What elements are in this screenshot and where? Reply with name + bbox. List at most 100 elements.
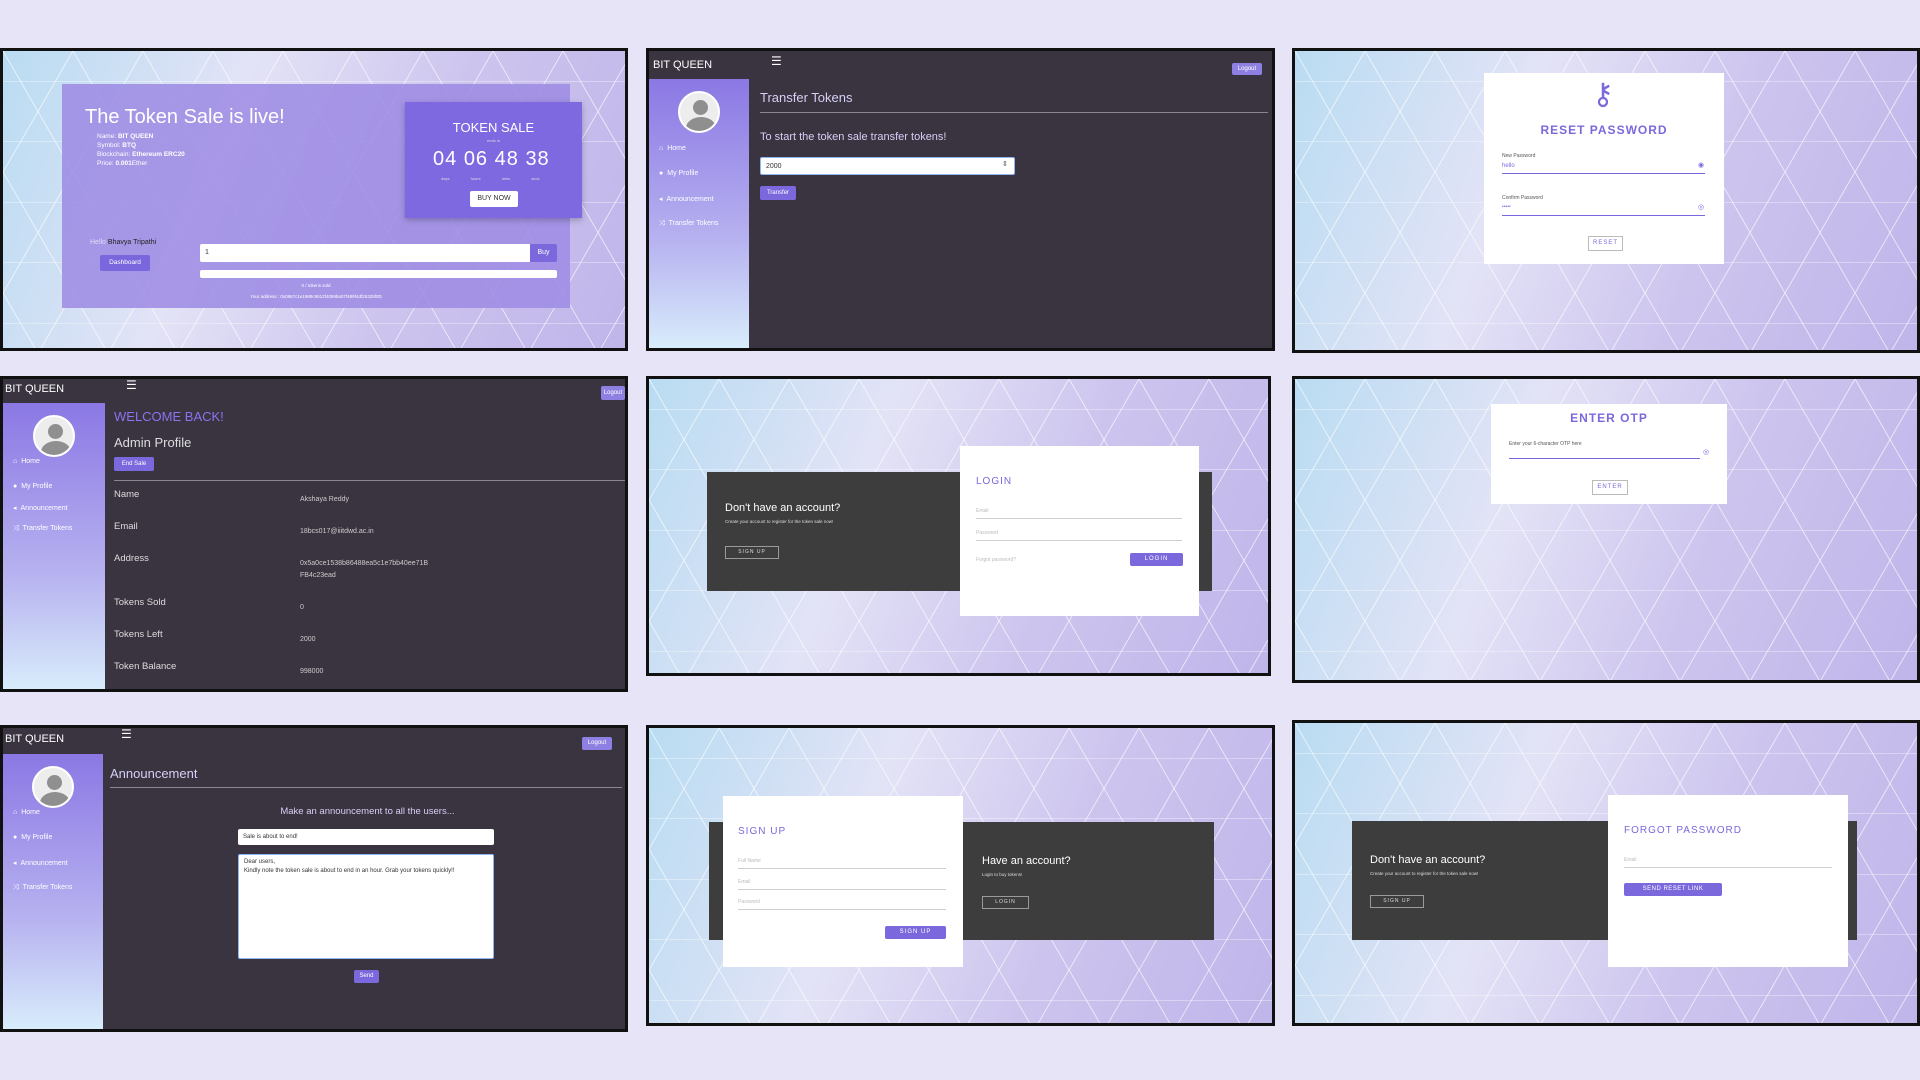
transfer-tokens-screen: BIT QUEEN ☰ Logout ⌂ Home ● My Profile ◂ An…	[646, 48, 1275, 351]
end-sale-button[interactable]: End Sale	[114, 457, 154, 471]
password-input[interactable]: Password	[976, 530, 998, 536]
shuffle-icon: ⤨	[659, 220, 665, 227]
sale-title: The Token Sale is live!	[85, 106, 285, 128]
label-tokens-left: Tokens Left	[114, 629, 163, 640]
shuffle-icon: ⤨	[13, 525, 19, 532]
confirm-password-input[interactable]: •••••	[1502, 204, 1511, 210]
new-password-input[interactable]: hello	[1502, 163, 1515, 169]
menu-icon[interactable]: ☰	[126, 379, 137, 392]
sidebar-item-home[interactable]: ⌂ Home	[13, 809, 40, 816]
email-input[interactable]: Email	[976, 508, 989, 514]
send-reset-link-button[interactable]: SEND RESET LINK	[1624, 883, 1722, 896]
avatar	[32, 766, 74, 808]
logout-button[interactable]: Logout	[601, 386, 625, 400]
sidebar-item-home[interactable]: ⌂ Home	[13, 458, 40, 465]
transfer-button[interactable]: Transfer	[760, 186, 796, 200]
menu-icon[interactable]: ☰	[771, 54, 782, 68]
prompt-title: Don't have an account?	[725, 502, 841, 514]
sidebar-item-announcement[interactable]: ◂ Announcement	[659, 195, 714, 203]
divider	[110, 787, 622, 788]
brand: BIT QUEEN	[5, 383, 65, 395]
countdown-units: days hours mins secs	[441, 176, 540, 181]
reset-card: ⚷ RESET PASSWORD New Password hello ◉ Co…	[1484, 73, 1724, 264]
stepper-icon[interactable]: ⇕	[1002, 160, 1008, 168]
page-title: Transfer Tokens	[760, 90, 853, 105]
megaphone-icon: ◂	[659, 196, 663, 203]
forgot-password-link[interactable]: Forgot password?	[976, 557, 1016, 563]
sidebar-item-announcement[interactable]: ◂ Announcement	[13, 504, 68, 512]
eye-icon[interactable]: ◉	[1698, 161, 1704, 169]
amount-input[interactable]: 2000	[760, 157, 1015, 175]
home-icon: ⌂	[13, 458, 18, 465]
login-button[interactable]: LOGIN	[1130, 553, 1183, 566]
token-info: Name: BIT QUEEN Symbol: BTQ Blockchain: …	[97, 133, 185, 167]
signup-title: SIGN UP	[738, 826, 787, 837]
dashboard-button[interactable]: Dashboard	[100, 255, 150, 271]
brand: BIT QUEEN	[5, 733, 65, 745]
email-input[interactable]: Email	[738, 879, 751, 885]
sidebar-item-transfer[interactable]: ⤨ Transfer Tokens	[659, 220, 718, 228]
fullname-input[interactable]: Full Name	[738, 858, 761, 864]
login-title: LOGIN	[976, 476, 1013, 487]
user-icon: ●	[13, 834, 18, 841]
otp-input[interactable]: Enter your 6-character OTP here	[1509, 441, 1582, 447]
menu-icon[interactable]: ☰	[121, 728, 132, 741]
box-sub: ends in	[487, 138, 500, 143]
logout-button[interactable]: Logout	[582, 737, 612, 750]
sidebar-item-transfer[interactable]: ⤨ Transfer Tokens	[13, 525, 72, 533]
eye-slash-icon[interactable]: ◎	[1698, 203, 1704, 211]
divider	[760, 112, 1268, 113]
value-tokens-left: 2000	[300, 636, 316, 643]
signup-button[interactable]: SIGN UP	[885, 926, 946, 939]
field-underline	[738, 889, 946, 890]
reset-button[interactable]: RESET	[1588, 236, 1623, 251]
signup-card: SIGN UP Full Name Email Password SIGN UP	[723, 796, 963, 967]
reset-title: RESET PASSWORD	[1540, 123, 1668, 137]
password-input[interactable]: Password	[738, 899, 760, 905]
confirm-password-label: Confirm Password	[1502, 195, 1543, 201]
megaphone-icon: ◂	[13, 860, 17, 867]
label-token-balance: Token Balance	[114, 661, 177, 672]
sidebar-item-announcement[interactable]: ◂ Announcement	[13, 859, 68, 867]
avatar	[33, 415, 75, 457]
quantity-input[interactable]: 1	[200, 244, 530, 262]
login-prompt-button[interactable]: LOGIN	[982, 896, 1029, 909]
signup-button[interactable]: SIGN UP	[1370, 895, 1424, 908]
forgot-title: FORGOT PASSWORD	[1624, 825, 1742, 836]
sidebar-item-home[interactable]: ⌂ Home	[659, 145, 686, 152]
field-underline	[1502, 215, 1705, 216]
greeting: Hello Bhavya Tripathi	[90, 239, 157, 246]
countdown-hours: 06	[463, 148, 489, 170]
buy-button[interactable]: Buy	[530, 244, 557, 262]
label-tokens-sold: Tokens Sold	[114, 597, 166, 608]
logout-button[interactable]: Logout	[1232, 63, 1262, 75]
sidebar: ⌂ Home ● My Profile ◂ Announcement ⤨ Transfe…	[649, 79, 749, 348]
send-button[interactable]: Send	[354, 970, 379, 983]
enter-button[interactable]: ENTER	[1592, 480, 1628, 495]
sidebar-item-transfer[interactable]: ⤨ Transfer Tokens	[13, 884, 72, 892]
otp-screen: ENTER OTP Enter your 6-character OTP her…	[1292, 376, 1920, 683]
sidebar: ⌂ Home ● My Profile ◂ Announcement ⤨ Transfe…	[3, 754, 103, 1029]
announce-subtitle: Make an announcement to all the users...	[280, 806, 455, 817]
sidebar-item-profile[interactable]: ● My Profile	[13, 483, 52, 490]
forgot-password-screen: Don't have an account? Create your accou…	[1292, 720, 1920, 1026]
field-underline	[1624, 867, 1832, 868]
user-icon: ●	[659, 170, 664, 177]
wallet-address: Your address : 0x0867c1e1989c9512f4059ba…	[250, 294, 382, 299]
signup-button[interactable]: SIGN UP	[725, 546, 779, 559]
message-textarea[interactable]: Dear users, Kindly note the token sale i…	[238, 854, 494, 959]
email-input[interactable]: Email	[1624, 857, 1637, 863]
field-underline	[738, 868, 946, 869]
field-underline	[1502, 173, 1705, 174]
forgot-card: FORGOT PASSWORD Email SEND RESET LINK	[1608, 795, 1848, 967]
subject-input[interactable]: Sale is about to end!	[238, 829, 494, 845]
field-underline	[976, 540, 1182, 541]
sidebar-item-profile[interactable]: ● My Profile	[659, 170, 698, 177]
sidebar-item-profile[interactable]: ● My Profile	[13, 834, 52, 841]
announcement-screen: BIT QUEEN ☰ Logout ⌂ Home ● My Profile ◂ An…	[0, 725, 628, 1032]
tokens-sold-text: 0 / tokens sold	[301, 283, 331, 288]
buy-now-button[interactable]: BUY NOW	[470, 191, 518, 207]
value-tokens-sold: 0	[300, 604, 304, 611]
eye-slash-icon[interactable]: ◎	[1703, 448, 1709, 456]
new-password-label: New Password	[1502, 153, 1536, 159]
